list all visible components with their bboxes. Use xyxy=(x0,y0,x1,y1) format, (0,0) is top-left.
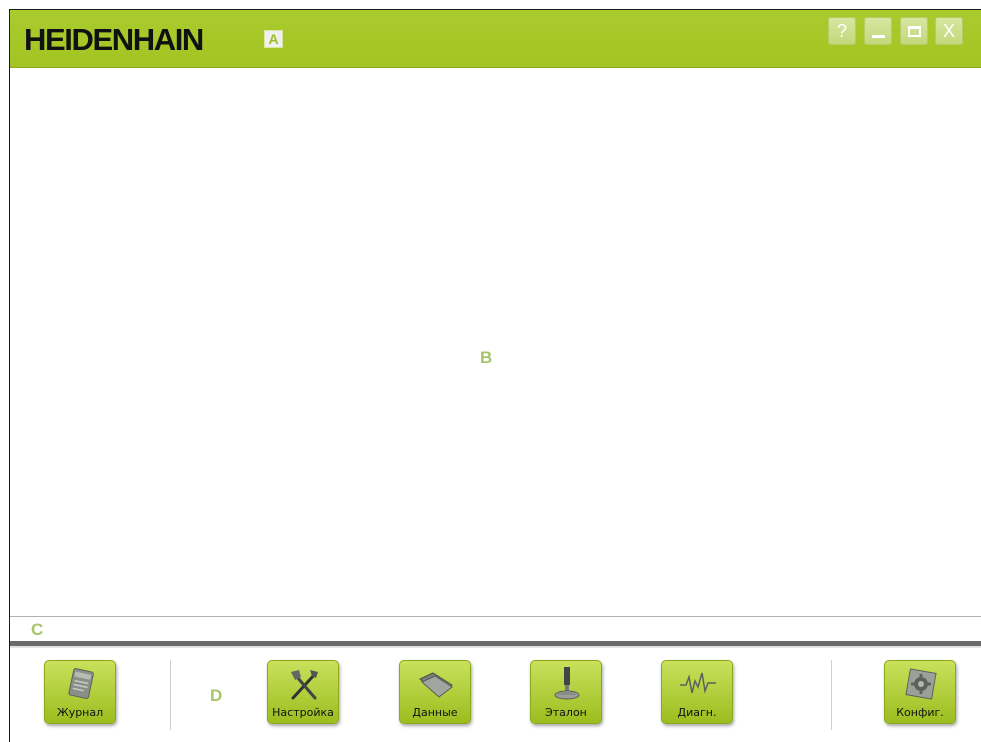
toolbar-separator-shadow xyxy=(10,646,981,648)
toolbar-divider xyxy=(170,660,171,730)
log-button-label: Журнал xyxy=(56,706,104,719)
callout-marker-b: B xyxy=(480,348,493,367)
log-icon xyxy=(68,668,94,699)
main-workspace xyxy=(10,69,981,616)
tools-icon xyxy=(291,670,318,700)
folder-icon xyxy=(419,672,453,698)
setup-button-label: Настройка xyxy=(272,706,334,719)
diagnostics-button-label: Диагн. xyxy=(677,706,717,719)
toolbar-divider xyxy=(831,660,832,730)
diagnostics-button[interactable]: Диагн. xyxy=(661,660,733,724)
callout-marker-a: A xyxy=(264,30,283,48)
config-button[interactable]: Конфиг. xyxy=(884,660,956,724)
reference-probe-icon xyxy=(554,667,580,700)
maximize-icon xyxy=(908,26,921,37)
gear-icon xyxy=(905,668,937,700)
log-button[interactable]: Журнал xyxy=(44,660,116,724)
maximize-button[interactable] xyxy=(900,17,928,45)
minimize-button[interactable] xyxy=(864,17,892,45)
config-button-label: Конфиг. xyxy=(896,706,944,719)
reference-button[interactable]: Эталон xyxy=(530,660,602,724)
setup-button[interactable]: Настройка xyxy=(267,660,339,724)
close-button[interactable]: X xyxy=(935,17,963,45)
waveform-icon xyxy=(680,672,716,694)
data-button[interactable]: Данные xyxy=(399,660,471,724)
help-button[interactable]: ? xyxy=(828,17,856,45)
minimize-icon xyxy=(872,35,885,38)
status-divider xyxy=(10,616,981,617)
brand-logo: HEIDENHAIN xyxy=(24,22,204,57)
callout-marker-d: D xyxy=(210,686,223,705)
data-button-label: Данные xyxy=(412,706,458,719)
reference-button-label: Эталон xyxy=(545,706,587,719)
callout-marker-c: C xyxy=(31,620,44,639)
